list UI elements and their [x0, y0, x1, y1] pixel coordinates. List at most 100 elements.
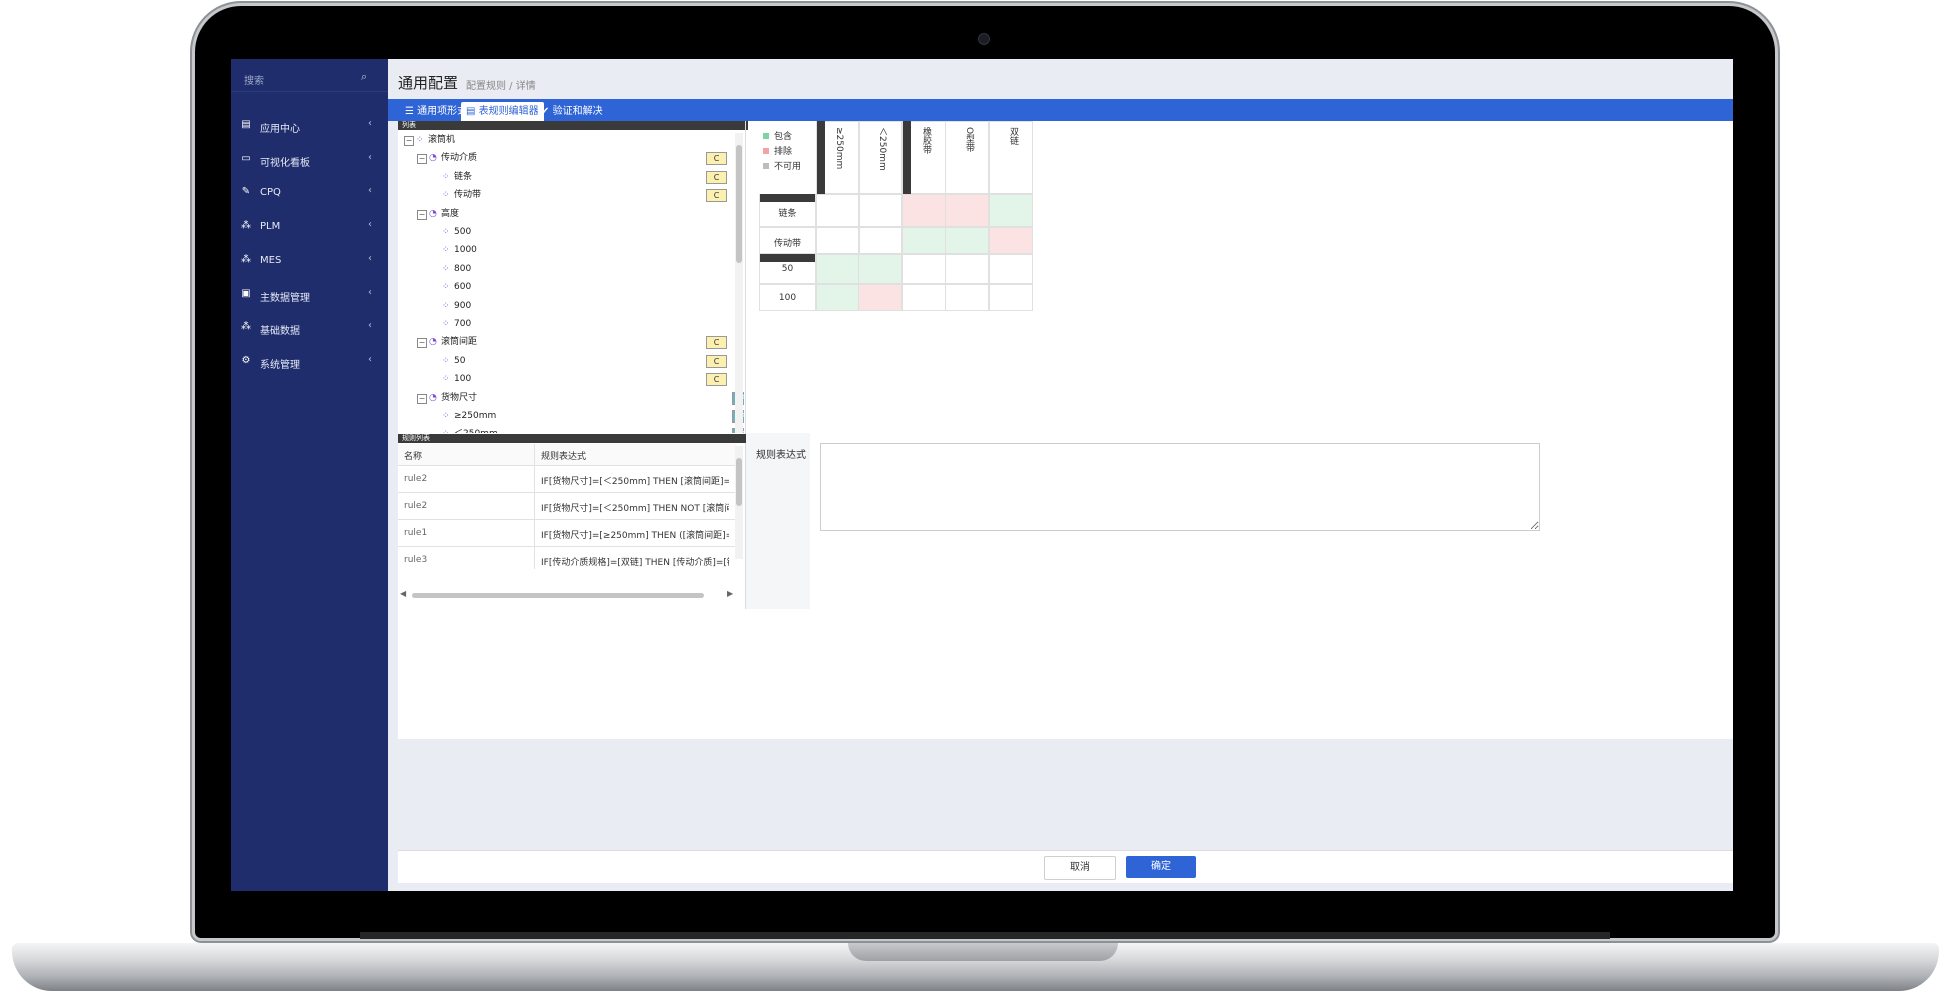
rule-hscroll-thumb[interactable] — [412, 593, 704, 598]
sidebar-item[interactable]: ⁂ 基础数据 ‹ — [231, 314, 388, 342]
legend-swatch — [763, 148, 769, 154]
table-row[interactable]: rule2 IF[货物尺寸]=[＜250mm] THEN [滚筒间距]=[80] — [398, 465, 736, 493]
confirm-button[interactable]: 确定 — [1126, 856, 1196, 878]
tree-node[interactable]: ⁘ 500 — [442, 225, 471, 239]
webcam-icon — [978, 33, 990, 45]
sidebar-item-label: MES — [260, 254, 282, 266]
tree-node[interactable]: ⁘ 700 — [442, 317, 471, 331]
tree-node-label: 900 — [454, 300, 472, 311]
scroll-right-icon[interactable]: ▶ — [727, 589, 733, 598]
model-icon: ⁘ — [416, 135, 424, 145]
expression-textarea[interactable] — [820, 443, 1540, 531]
attribute-icon: ◔ — [429, 208, 437, 219]
tree-node[interactable]: ⁘ 链条 — [442, 170, 472, 184]
matrix-column-label: 橡胶带 — [921, 127, 931, 154]
constraint-tag: C — [706, 336, 727, 350]
cancel-button[interactable]: 取消 — [1044, 856, 1116, 880]
matrix-cell[interactable] — [816, 194, 860, 227]
app-screen: 搜索 ⌕ ▤ 应用中心 ‹ ▭ 可视化看板 ‹ ✎ CPQ ‹ ⁂ PLM ‹ ⁂ MES ‹ ▣ 主数据管理 ‹… — [231, 59, 1733, 891]
rule-scroll-thumb[interactable] — [736, 458, 742, 506]
matrix-cell[interactable] — [989, 284, 1033, 311]
matrix-cell-include[interactable] — [816, 284, 860, 311]
matrix-cell-include[interactable] — [858, 254, 902, 284]
matrix-cell[interactable] — [858, 194, 902, 227]
matrix-row-group — [760, 194, 815, 202]
legend-item: 包含 — [763, 129, 792, 142]
sidebar-item[interactable]: ▭ 可视化看板 ‹ — [231, 146, 388, 174]
tree-node[interactable]: ⁘ 100 — [442, 372, 471, 386]
tree-collapse-toggle[interactable]: − — [404, 136, 414, 146]
option-icon: ⁘ — [442, 171, 450, 182]
network-icon: ⁂ — [241, 220, 251, 232]
table-row[interactable]: rule3 IF[传动介质规格]=[双链] THEN [传动介质]=[链条] — [398, 546, 736, 569]
tree-node[interactable]: ◔ 滚筒间距 — [429, 335, 477, 349]
scroll-left-icon[interactable]: ◀ — [400, 589, 406, 598]
matrix-cell[interactable] — [858, 227, 902, 254]
matrix-cell-include[interactable] — [816, 254, 860, 284]
matrix-cell-include[interactable] — [902, 227, 946, 254]
option-icon: ⁘ — [442, 374, 450, 385]
sidebar-item-label: CPQ — [260, 187, 281, 199]
search-input[interactable]: 搜索 — [244, 72, 264, 87]
tree-node-label: 500 — [454, 227, 472, 237]
matrix-cell[interactable] — [989, 254, 1033, 284]
tree-node-label: 传动带 — [454, 190, 482, 201]
tree-collapse-toggle[interactable]: − — [417, 154, 427, 165]
tree-node[interactable]: ◔ 高度 — [429, 207, 459, 221]
option-icon: ⁘ — [442, 427, 452, 433]
matrix-cell[interactable] — [945, 284, 989, 311]
tree-node[interactable]: ⁘ 滚筒机 — [416, 133, 455, 147]
rule-list-header: 规则列表 — [398, 434, 748, 443]
matrix-cell-exclude[interactable] — [989, 227, 1033, 254]
tree-node[interactable]: ⁘ 50 — [442, 354, 465, 368]
chevron-left-icon: ‹ — [368, 252, 372, 264]
tree-collapse-toggle[interactable]: − — [417, 209, 427, 220]
tree-collapse-toggle[interactable]: − — [417, 338, 427, 349]
tree-scroll-thumb[interactable] — [736, 145, 742, 263]
matrix-cell[interactable] — [816, 227, 860, 254]
tree-node-label: 1000 — [454, 245, 477, 256]
matrix-cell[interactable] — [902, 284, 946, 311]
rule-name: rule2 — [404, 474, 428, 484]
sidebar-search[interactable]: 搜索 ⌕ — [231, 65, 388, 92]
tree-node[interactable]: ⁘ 800 — [442, 262, 471, 276]
tree-node[interactable]: ⁘＜250mm — [442, 427, 498, 433]
matrix-cell[interactable] — [945, 254, 989, 284]
constraint-tag: C — [706, 189, 727, 203]
tab-table-rule-editor[interactable]: ▤ 表规则编辑器 — [461, 102, 544, 121]
sidebar-item[interactable]: ✎ CPQ ‹ — [231, 179, 388, 207]
rule-hscrollbar[interactable]: ◀ ▶ — [400, 589, 735, 600]
table-row[interactable]: rule2 IF[货物尺寸]=[＜250mm] THEN NOT [滚筒间距]=[… — [398, 492, 736, 520]
table-row[interactable]: rule1 IF[货物尺寸]=[≥250mm] THEN ([滚筒间距]=[80]… — [398, 519, 736, 547]
matrix-cell-include[interactable] — [989, 194, 1033, 227]
search-icon[interactable]: ⌕ — [361, 70, 367, 84]
tree-collapse-toggle[interactable]: − — [417, 393, 427, 404]
matrix-cell-exclude[interactable] — [902, 194, 946, 227]
list-icon: ☰ — [405, 106, 414, 117]
sidebar-item[interactable]: ▣ 主数据管理 ‹ — [231, 281, 388, 309]
table-icon: ▤ — [466, 106, 476, 117]
tree-node[interactable]: ◔ 传动介质 — [429, 151, 477, 165]
rule-scrollbar[interactable] — [735, 446, 743, 559]
tree-node[interactable]: ⁘ 传动带 — [442, 188, 481, 202]
matrix-cell-exclude[interactable] — [858, 284, 902, 311]
matrix-cell[interactable] — [902, 254, 946, 284]
tree-node[interactable]: ⁘ 1000 — [442, 243, 477, 257]
sidebar-item[interactable]: ⁂ PLM ‹ — [231, 213, 388, 241]
tree-node[interactable]: ⁘ 600 — [442, 280, 471, 294]
matrix-cell-include[interactable] — [945, 227, 989, 254]
matrix-cell-exclude[interactable] — [945, 194, 989, 227]
network-icon: ⁂ — [241, 253, 251, 265]
column-expression: 规则表达式 — [541, 452, 587, 462]
tree-node-label: 700 — [454, 319, 472, 329]
tree-scrollbar[interactable] — [735, 133, 743, 433]
sidebar-item[interactable]: ⚙ 系统管理 ‹ — [231, 348, 388, 376]
sidebar-item[interactable]: ⁂ MES ‹ — [231, 247, 388, 275]
option-tree: − ⁘ 滚筒机 − ◔ 传动介质 C ⁘ 链条 C ⁘ 传动带 C − ◔ 高度 ⁘ 500 ⁘ 1000 ⁘ 800 ⁘ 6… — [398, 131, 744, 433]
tree-node[interactable]: ⁘ 900 — [442, 299, 471, 313]
sidebar-item[interactable]: ▤ 应用中心 ‹ — [231, 112, 388, 140]
tree-node[interactable]: ◔ 货物尺寸 — [429, 391, 477, 405]
matrix-column-label: ＜250mm — [877, 127, 887, 171]
tree-node[interactable]: ⁘ ≥250mm — [442, 409, 496, 423]
tab-validate-solve[interactable]: ✔ 验证和解决 — [536, 102, 608, 121]
